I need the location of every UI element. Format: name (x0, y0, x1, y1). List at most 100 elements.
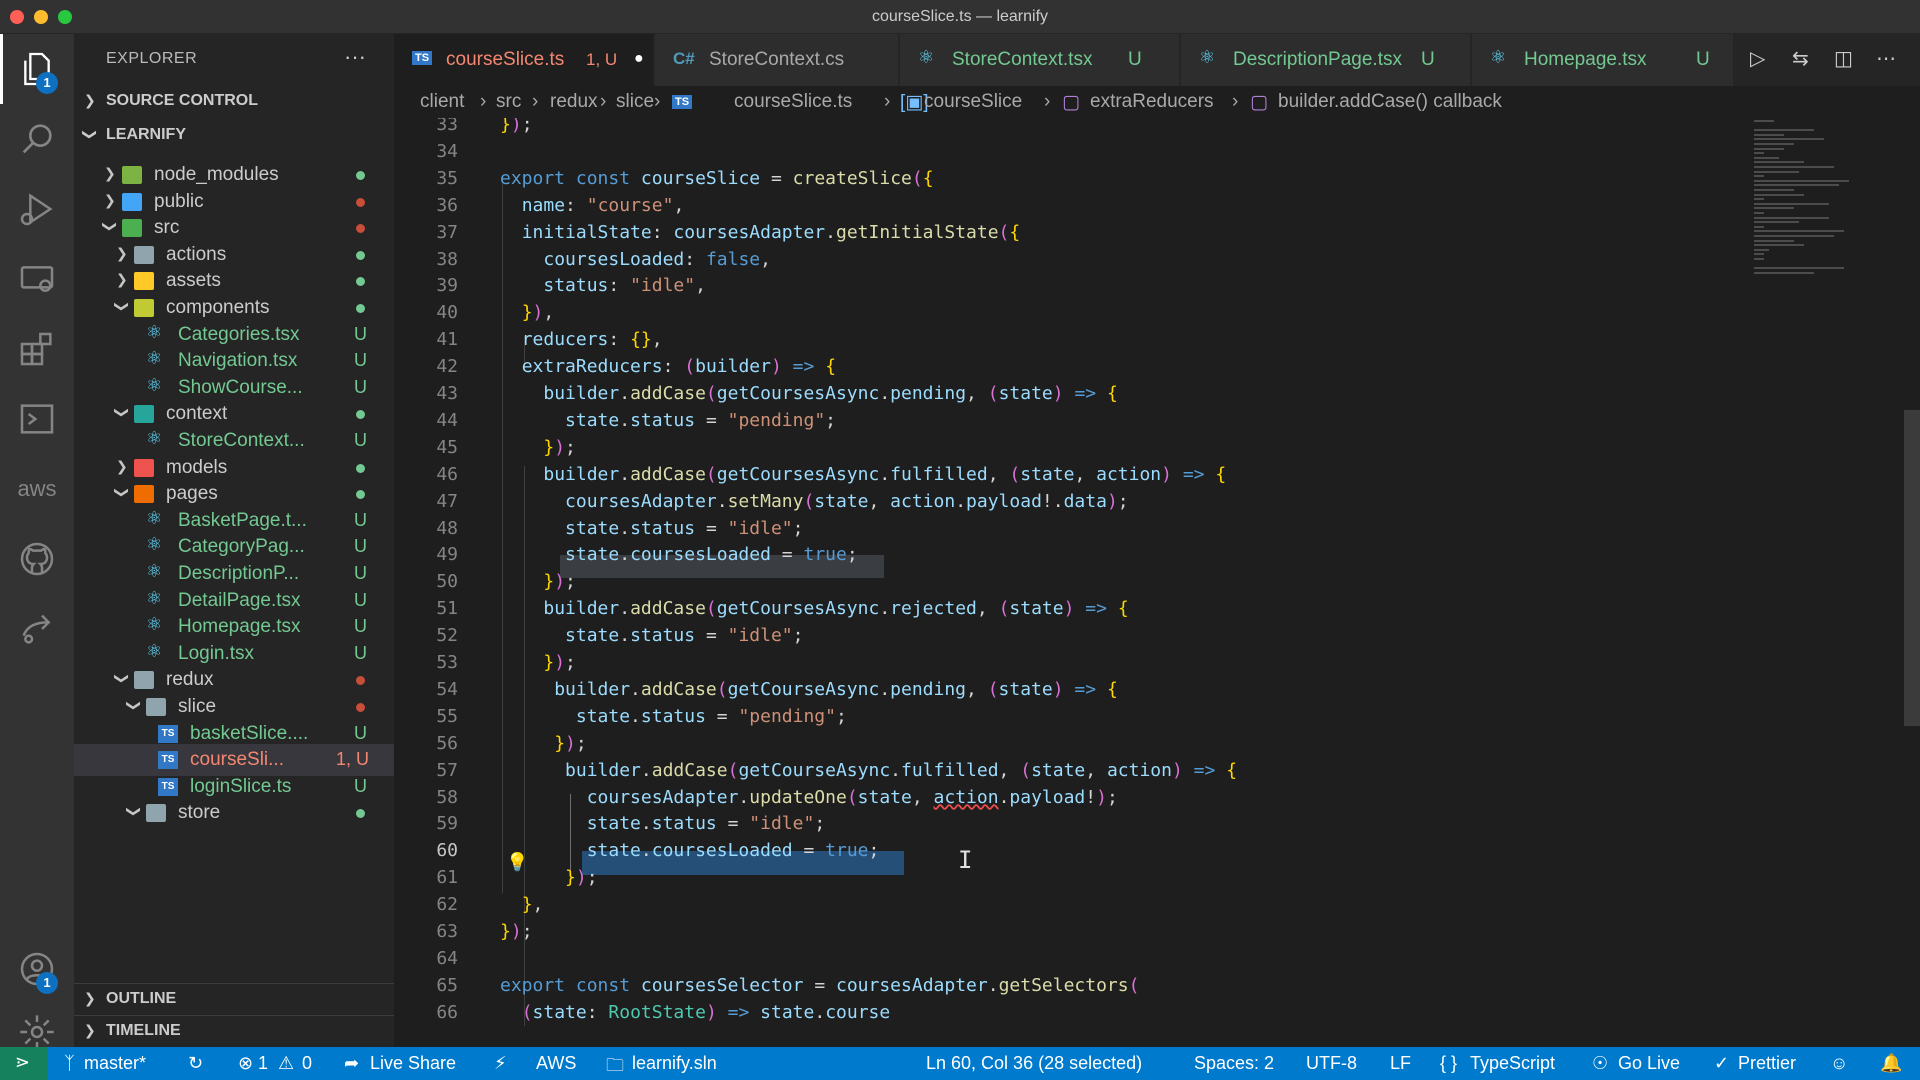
breadcrumb-item[interactable]: builder.addCase() callback (1278, 91, 1502, 113)
tree-folder[interactable]: ❯ store (74, 797, 394, 829)
sync-icon[interactable]: ↻ (188, 1053, 203, 1074)
code-line[interactable]: state.status = "idle"; (500, 518, 803, 539)
line-number[interactable]: 40 (394, 302, 458, 323)
encoding-button[interactable]: UTF-8 (1306, 1053, 1357, 1074)
solution-button[interactable]: learnify.sln (632, 1053, 717, 1074)
minimap[interactable] (1748, 118, 1908, 298)
language-mode-button[interactable]: TypeScript (1470, 1053, 1555, 1074)
breadcrumb-item[interactable]: courseSlice.ts (734, 91, 852, 113)
code-line[interactable]: initialState: coursesAdapter.getInitialS… (500, 222, 1021, 243)
line-number[interactable]: 43 (394, 383, 458, 404)
line-number[interactable]: 55 (394, 706, 458, 727)
explorer-icon[interactable] (0, 34, 74, 104)
line-number[interactable]: 36 (394, 195, 458, 216)
extensions-icon[interactable] (0, 314, 74, 384)
line-number[interactable]: 33 (394, 118, 458, 135)
code-line[interactable]: extraReducers: (builder) => { (500, 356, 836, 377)
prettier-button[interactable]: Prettier (1738, 1053, 1796, 1074)
code-line[interactable]: coursesAdapter.setMany(state, action.pay… (500, 491, 1129, 512)
split-editor-icon[interactable]: ◫ (1834, 46, 1853, 71)
line-number[interactable]: 65 (394, 975, 458, 996)
run-debug-icon[interactable] (0, 174, 74, 244)
line-number[interactable]: 61 (394, 867, 458, 888)
code-line[interactable]: coursesAdapter.updateOne(state, action.p… (500, 787, 1118, 808)
code-line[interactable]: builder.addCase(getCoursesAsync.rejected… (500, 598, 1128, 619)
line-number[interactable]: 50 (394, 571, 458, 592)
code-line[interactable]: state.status = "pending"; (500, 410, 836, 431)
more-actions-icon[interactable]: ⋯ (1876, 46, 1896, 71)
line-number[interactable]: 34 (394, 141, 458, 162)
eol-button[interactable]: LF (1390, 1053, 1411, 1074)
compare-changes-icon[interactable]: ⇆ (1792, 46, 1809, 71)
line-number[interactable]: 45 (394, 437, 458, 458)
code-editor[interactable]: 💡 33 34 35 36 37 38 39 40 41 42 43 44 45 46 47 48 49 50 51… (394, 118, 1920, 1047)
tab-homepage[interactable]: ⚛ Homepage.tsx U (1472, 34, 1734, 86)
code-line[interactable]: reducers: {}, (500, 329, 663, 350)
line-number[interactable]: 54 (394, 679, 458, 700)
line-number[interactable]: 46 (394, 464, 458, 485)
code-line[interactable]: state.coursesLoaded = true; (500, 840, 880, 861)
aws-button[interactable]: AWS (536, 1053, 576, 1074)
code-line[interactable]: coursesLoaded: false, (500, 249, 771, 270)
breadcrumb-item[interactable]: client (420, 91, 464, 113)
line-number[interactable]: 49 (394, 544, 458, 565)
code-line[interactable]: builder.addCase(getCoursesAsync.fulfille… (500, 464, 1226, 485)
line-number[interactable]: 39 (394, 275, 458, 296)
notifications-bell-icon[interactable]: 🔔 (1880, 1053, 1902, 1074)
vertical-scrollbar[interactable] (1904, 410, 1920, 726)
warning-count[interactable]: 0 (302, 1053, 312, 1074)
line-number[interactable]: 48 (394, 518, 458, 539)
source-control-section[interactable]: ❯ SOURCE CONTROL (74, 86, 394, 116)
line-number[interactable]: 64 (394, 948, 458, 969)
line-number[interactable]: 35 (394, 168, 458, 189)
breadcrumb-item[interactable]: slice (616, 91, 654, 113)
remote-explorer-icon[interactable] (0, 244, 74, 314)
outline-section[interactable]: ❯ OUTLINE (74, 983, 394, 1013)
code-line[interactable]: }); (500, 867, 598, 888)
code-line[interactable]: }); (500, 118, 533, 135)
line-number[interactable]: 52 (394, 625, 458, 646)
feedback-icon[interactable]: ☺ (1830, 1053, 1848, 1074)
breadcrumb-item[interactable]: extraReducers (1090, 91, 1214, 113)
code-line[interactable]: export const courseSlice = createSlice({ (500, 168, 934, 189)
line-number[interactable]: 47 (394, 491, 458, 512)
live-share-button[interactable]: Live Share (370, 1053, 456, 1074)
git-branch[interactable]: master* (84, 1053, 146, 1074)
line-number[interactable]: 62 (394, 894, 458, 915)
code-line[interactable]: state.status = "idle"; (500, 813, 825, 834)
line-number[interactable]: 66 (394, 1002, 458, 1023)
line-number[interactable]: 59 (394, 813, 458, 834)
code-line[interactable]: status: "idle", (500, 275, 706, 296)
line-number[interactable]: 38 (394, 249, 458, 270)
cursor-position[interactable]: Ln 60, Col 36 (28 selected) (926, 1053, 1142, 1074)
accounts-icon[interactable] (0, 934, 74, 1004)
unsaved-dot-icon[interactable]: ● (634, 50, 644, 68)
breadcrumb-item[interactable]: src (496, 91, 521, 113)
line-number[interactable]: 63 (394, 921, 458, 942)
line-number[interactable]: 57 (394, 760, 458, 781)
code-line[interactable]: }); (500, 921, 533, 942)
tab-storecontext-tsx[interactable]: ⚛ StoreContext.tsx U (900, 34, 1180, 86)
tab-courseslice[interactable]: TS courseSlice.ts 1, U ● (394, 34, 654, 86)
terminal-icon[interactable] (0, 384, 74, 454)
code-line[interactable]: state.coursesLoaded = true; (500, 544, 858, 565)
code-line[interactable]: builder.addCase(getCourseAsync.pending, … (500, 679, 1118, 700)
line-number[interactable]: 56 (394, 733, 458, 754)
tab-storecontext-cs[interactable]: C# StoreContext.cs (655, 34, 899, 86)
live-share-icon[interactable] (0, 594, 74, 664)
line-number[interactable]: 37 (394, 222, 458, 243)
code-line[interactable]: state.status = "pending"; (500, 706, 847, 727)
line-number[interactable]: 41 (394, 329, 458, 350)
code-line[interactable]: state.status = "idle"; (500, 625, 803, 646)
tab-descriptionpage[interactable]: ⚛ DescriptionPage.tsx U (1181, 34, 1471, 86)
line-number[interactable]: 44 (394, 410, 458, 431)
code-line[interactable]: export const coursesSelector = coursesAd… (500, 975, 1139, 996)
code-line[interactable]: }), (500, 302, 555, 323)
code-line[interactable]: name: "course", (500, 195, 685, 216)
go-live-button[interactable]: Go Live (1618, 1053, 1680, 1074)
project-section[interactable]: ❯ LEARNIFY (74, 120, 394, 150)
timeline-section[interactable]: ❯ TIMELINE (74, 1015, 394, 1045)
code-line[interactable]: }); (500, 571, 576, 592)
breadcrumb-item[interactable]: courseSlice (924, 91, 1022, 113)
line-number[interactable]: 53 (394, 652, 458, 673)
